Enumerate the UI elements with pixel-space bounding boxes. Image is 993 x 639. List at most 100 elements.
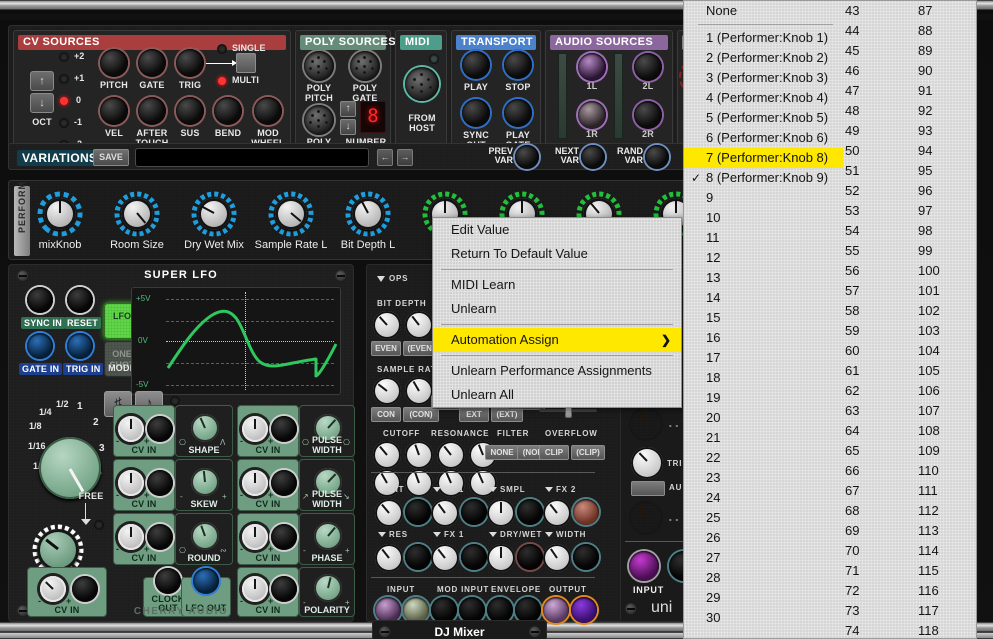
submenu-item-30[interactable]: 30: [684, 608, 843, 628]
submenu-item-5[interactable]: 5 (Performer:Knob 5): [684, 108, 843, 128]
right-orange-knob-1[interactable]: [629, 407, 663, 441]
mid-knob-y4[interactable]: [469, 469, 497, 497]
submenu-item-73[interactable]: 73: [843, 601, 903, 621]
submenu-item-67[interactable]: 67: [843, 481, 903, 501]
submenu-item-2[interactable]: 2 (Performer:Knob 2): [684, 48, 843, 68]
menu-item-unlearn-all[interactable]: Unlearn All: [433, 383, 681, 407]
submenu-item-53[interactable]: 53: [843, 201, 903, 221]
jack-reset[interactable]: [67, 287, 93, 313]
jack-fx1-mod[interactable]: [461, 499, 487, 525]
submenu-item-105[interactable]: 105: [916, 361, 976, 381]
jack-cv-in-phase[interactable]: [271, 524, 297, 550]
submenu-item-9[interactable]: 9: [684, 188, 843, 208]
jack-drywet-mod[interactable]: [517, 544, 543, 570]
submenu-item-112[interactable]: 112: [916, 501, 976, 521]
submenu-item-109[interactable]: 109: [916, 441, 976, 461]
submenu-item-18[interactable]: 18: [684, 368, 843, 388]
submenu-item-52[interactable]: 52: [843, 181, 903, 201]
submenu-item-46[interactable]: 46: [843, 61, 903, 81]
res-mod-knob[interactable]: [375, 544, 403, 572]
voices-down-button[interactable]: ↓: [340, 119, 356, 135]
perform-knob-2[interactable]: Dry Wet Mix: [184, 191, 244, 251]
led-oct-plus2[interactable]: [60, 53, 68, 61]
submenu-item-3[interactable]: 3 (Performer:Knob 3): [684, 68, 843, 88]
voices-up-button[interactable]: ↑: [340, 101, 356, 117]
jack-output-r[interactable]: [571, 597, 597, 623]
submenu-item-17[interactable]: 17: [684, 348, 843, 368]
automation-assign-submenu[interactable]: None 1 (Performer:Knob 1) 2 (Performer:Kn…: [683, 0, 977, 639]
shape-knob[interactable]: [191, 414, 219, 442]
submenu-item-104[interactable]: 104: [916, 341, 976, 361]
skew-knob[interactable]: [191, 468, 219, 496]
submenu-item-7[interactable]: 7 (Performer:Knob 8): [684, 148, 843, 168]
jack-cv-in-skew[interactable]: [147, 470, 173, 496]
submenu-item-90[interactable]: 90: [916, 61, 976, 81]
submenu-item-56[interactable]: 56: [843, 261, 903, 281]
submenu-item-97[interactable]: 97: [916, 201, 976, 221]
round-knob[interactable]: [191, 522, 219, 550]
submenu-item-115[interactable]: 115: [916, 561, 976, 581]
submenu-item-114[interactable]: 114: [916, 541, 976, 561]
submenu-item-none[interactable]: None: [684, 1, 843, 21]
jack-clock-out[interactable]: [155, 568, 181, 594]
submenu-item-25[interactable]: 25: [684, 508, 843, 528]
cv-amount-knob-phase[interactable]: [242, 524, 268, 550]
submenu-item-94[interactable]: 94: [916, 141, 976, 161]
submenu-item-88[interactable]: 88: [916, 21, 976, 41]
submenu-item-70[interactable]: 70: [843, 541, 903, 561]
submenu-item-58[interactable]: 58: [843, 301, 903, 321]
submenu-item-26[interactable]: 26: [684, 528, 843, 548]
submenu-item-68[interactable]: 68: [843, 501, 903, 521]
menu-item-unlearn-performance-assignments[interactable]: Unlearn Performance Assignments: [433, 359, 681, 383]
submenu-item-71[interactable]: 71: [843, 561, 903, 581]
submenu-item-66[interactable]: 66: [843, 461, 903, 481]
submenu-item-22[interactable]: 22: [684, 448, 843, 468]
led-multi[interactable]: [218, 77, 226, 85]
resonance-knob-a[interactable]: [437, 441, 465, 469]
drywet-chevron-down-icon[interactable]: [489, 532, 497, 537]
submenu-item-108[interactable]: 108: [916, 421, 976, 441]
sample-rate-knob-b[interactable]: [405, 377, 433, 405]
phase-knob[interactable]: [314, 522, 342, 550]
variations-save-button[interactable]: SAVE: [93, 149, 129, 166]
menu-item-unlearn[interactable]: Unlearn: [433, 297, 681, 321]
jack-audio-2l[interactable]: [634, 53, 662, 81]
submenu-item-63[interactable]: 63: [843, 401, 903, 421]
jack-pitch[interactable]: [100, 49, 128, 77]
submenu-item-99[interactable]: 99: [916, 241, 976, 261]
bit-depth-knob-b[interactable]: [405, 311, 433, 339]
jack-fx1b-mod[interactable]: [461, 544, 487, 570]
jack-vel[interactable]: [100, 97, 128, 125]
jack-sync-out[interactable]: [462, 99, 490, 127]
fx1-mod-knob[interactable]: [431, 499, 459, 527]
jack-prev-var[interactable]: [515, 145, 539, 169]
jack-modwheel[interactable]: [254, 97, 282, 125]
jack-poly-pitch[interactable]: [304, 51, 334, 81]
polarity-knob[interactable]: [314, 574, 342, 602]
jack-gate[interactable]: [138, 49, 166, 77]
fx1b-mod-knob[interactable]: [431, 544, 459, 572]
submenu-item-95[interactable]: 95: [916, 161, 976, 181]
led-single[interactable]: [218, 45, 226, 53]
jack-audio-2r[interactable]: [634, 101, 662, 129]
submenu-item-6[interactable]: 6 (Performer:Knob 6): [684, 128, 843, 148]
bit-chevron-down-icon[interactable]: [378, 487, 386, 492]
jack-play-gate[interactable]: [504, 99, 532, 127]
submenu-item-118[interactable]: 118: [916, 621, 976, 638]
jack-smpl-mod[interactable]: [517, 499, 543, 525]
cutoff-knob-b[interactable]: [405, 441, 433, 469]
jack-rand-var[interactable]: [645, 145, 669, 169]
submenu-item-54[interactable]: 54: [843, 221, 903, 241]
submenu-item-16[interactable]: 16: [684, 328, 843, 348]
submenu-item-117[interactable]: 117: [916, 601, 976, 621]
submenu-item-92[interactable]: 92: [916, 101, 976, 121]
ops-chevron-down-icon[interactable]: [377, 276, 385, 282]
jack-sus[interactable]: [176, 97, 204, 125]
menu-item-automation-assign[interactable]: Automation Assign ❯: [433, 328, 681, 352]
ext-button[interactable]: EXT: [459, 407, 489, 422]
mid-knob-y2[interactable]: [405, 469, 433, 497]
menu-item-edit-value[interactable]: Edit Value: [433, 218, 681, 242]
led-oct-minus1[interactable]: [60, 119, 68, 127]
cv-amount-knob-pw1[interactable]: [242, 416, 268, 442]
submenu-item-87[interactable]: 87: [916, 1, 976, 21]
